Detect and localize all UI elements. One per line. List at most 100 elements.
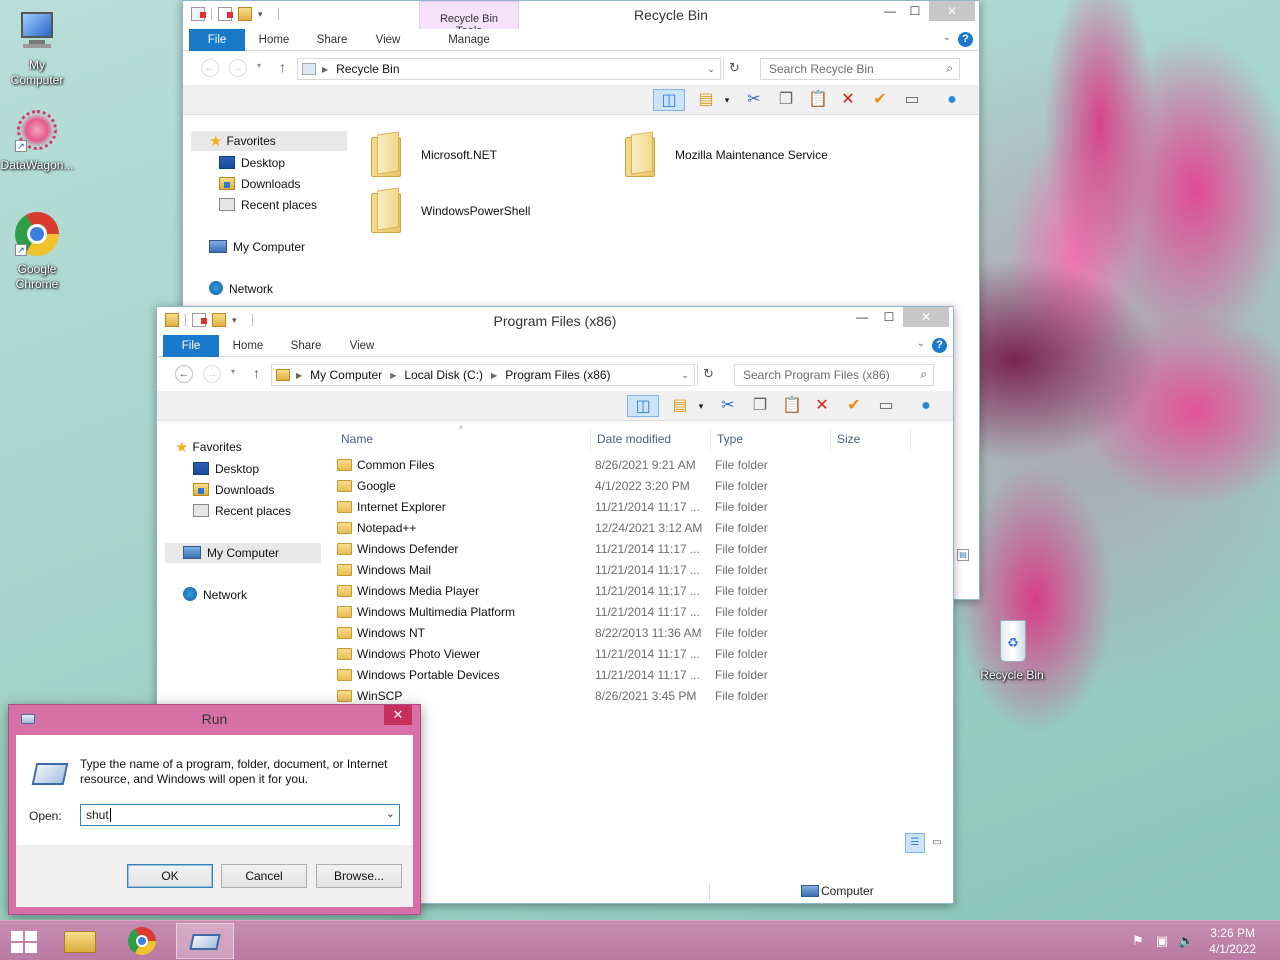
address-bar[interactable]: ▶ My Computer ▶ Local Disk (C:) ▶ Progra… xyxy=(271,364,695,386)
close-button[interactable]: ✕ xyxy=(384,705,412,725)
column-header-name[interactable]: Name xyxy=(335,427,591,451)
tab-home[interactable]: Home xyxy=(223,335,273,357)
ok-button[interactable]: OK xyxy=(127,864,213,888)
address-dropdown-icon[interactable]: ⌄ xyxy=(703,58,719,80)
preview-pane-button[interactable]: ◫ xyxy=(627,395,659,417)
recent-locations-icon[interactable]: ▾ xyxy=(257,61,261,70)
start-button[interactable] xyxy=(0,923,48,959)
taskbar-google-chrome[interactable] xyxy=(114,923,172,959)
preview-pane-button[interactable]: ◫ xyxy=(653,89,685,111)
folder-icon[interactable] xyxy=(623,131,657,177)
tab-file[interactable]: File xyxy=(163,335,219,357)
customize-qat-icon[interactable]: ▾ xyxy=(258,7,272,21)
tab-manage[interactable]: Manage xyxy=(419,29,519,51)
search-input[interactable]: Search Recycle Bin ⌕ xyxy=(760,58,960,80)
tab-share[interactable]: Share xyxy=(279,335,333,357)
cut-icon[interactable]: ✂ xyxy=(743,89,765,111)
open-input[interactable]: shut xyxy=(86,808,111,822)
nav-my-computer[interactable]: My Computer xyxy=(183,237,305,257)
title-bar[interactable]: ▾ Recycle Bin Tools Recycle Bin — ☐ ✕ xyxy=(183,1,979,37)
close-button[interactable]: ✕ xyxy=(929,1,975,21)
forward-button[interactable]: → xyxy=(203,365,221,383)
table-row[interactable]: Windows Multimedia Platform 11/21/2014 11… xyxy=(327,602,953,623)
recent-locations-icon[interactable]: ▾ xyxy=(231,367,235,376)
delete-icon[interactable]: ✕ xyxy=(811,395,833,417)
check-boxes-button[interactable]: ▤ xyxy=(695,89,717,111)
folder-windowspowershell[interactable]: WindowsPowerShell xyxy=(421,204,530,218)
globe-icon[interactable]: ● xyxy=(915,395,937,417)
folder-microsoft-net[interactable]: Microsoft.NET xyxy=(421,148,497,162)
nav-favorites[interactable]: ★ Favorites xyxy=(191,131,347,151)
table-row[interactable]: Windows Photo Viewer 11/21/2014 11:17 ...… xyxy=(327,644,953,665)
dropdown-icon[interactable]: ▾ xyxy=(721,89,733,111)
check-boxes-button[interactable]: ▤ xyxy=(669,395,691,417)
desktop-icon-google-chrome[interactable]: ↗ Google Chrome xyxy=(0,212,74,292)
up-button[interactable]: ↑ xyxy=(279,59,286,75)
address-dropdown-icon[interactable]: ⌄ xyxy=(677,364,693,386)
cut-icon[interactable]: ✂ xyxy=(717,395,739,417)
properties-icon[interactable]: ▭ xyxy=(875,395,897,417)
table-row[interactable]: Windows Defender 11/21/2014 11:17 ... File… xyxy=(327,539,953,560)
folder-mozilla-maintenance-service[interactable]: Mozilla Maintenance Service xyxy=(675,148,828,162)
properties-icon[interactable]: ▭ xyxy=(901,89,923,111)
new-folder-icon[interactable] xyxy=(238,7,252,21)
minimize-button[interactable]: — xyxy=(847,307,877,327)
desktop-icon-my-computer[interactable]: My Computer xyxy=(0,8,74,88)
forward-button[interactable]: → xyxy=(229,59,247,77)
view-toggle-icon[interactable]: ▤ xyxy=(957,549,969,561)
desktop-icon-recycle-bin[interactable]: ♻ Recycle Bin xyxy=(975,618,1049,683)
tab-share[interactable]: Share xyxy=(305,29,359,51)
taskbar-file-explorer[interactable] xyxy=(52,923,110,959)
nav-desktop[interactable]: Desktop xyxy=(183,153,285,173)
table-row[interactable]: Common Files 8/26/2021 9:21 AM File folder xyxy=(327,455,953,476)
maximize-button[interactable]: ☐ xyxy=(875,307,903,327)
expand-ribbon-icon[interactable]: ⌄ xyxy=(943,32,951,43)
browse-button[interactable]: Browse... xyxy=(316,864,402,888)
back-button[interactable]: ← xyxy=(201,59,219,77)
table-row[interactable]: Windows NT 8/22/2013 11:36 AM File folder xyxy=(327,623,953,644)
properties-icon[interactable] xyxy=(218,7,233,21)
taskbar-run[interactable] xyxy=(176,923,234,959)
nav-recent-places[interactable]: Recent places xyxy=(183,195,317,215)
paste-icon[interactable]: 📋 xyxy=(781,395,803,417)
folder-icon[interactable] xyxy=(369,131,403,177)
column-header-size[interactable]: Size xyxy=(831,427,911,451)
table-row[interactable]: Google 4/1/2022 3:20 PM File folder xyxy=(327,476,953,497)
table-row[interactable]: Windows Media Player 11/21/2014 11:17 ...… xyxy=(327,581,953,602)
address-bar[interactable]: ▶ Recycle Bin xyxy=(297,58,721,80)
breadcrumb-item[interactable]: Local Disk (C:) xyxy=(404,368,483,382)
copy-icon[interactable]: ❐ xyxy=(775,89,797,111)
folder-icon[interactable] xyxy=(369,187,403,233)
tab-view[interactable]: View xyxy=(363,29,413,51)
volume-muted-icon[interactable]: 🔈 xyxy=(1178,933,1194,949)
copy-icon[interactable]: ❐ xyxy=(749,395,771,417)
cancel-button[interactable]: Cancel xyxy=(221,864,307,888)
table-row[interactable]: Internet Explorer 11/21/2014 11:17 ... Fil… xyxy=(327,497,953,518)
recycle-bin-tools-tab[interactable]: Recycle Bin Tools xyxy=(419,1,519,37)
recycle-bin-small-icon[interactable] xyxy=(191,7,206,21)
rename-check-icon[interactable]: ✔ xyxy=(843,395,865,417)
nav-network[interactable]: Network xyxy=(183,279,273,299)
details-view-icon[interactable]: ☰ xyxy=(905,833,925,853)
large-icons-view-icon[interactable]: ▭ xyxy=(929,835,945,851)
action-center-icon[interactable]: ⚑ xyxy=(1130,933,1146,949)
delete-icon[interactable]: ✕ xyxy=(837,89,859,111)
back-button[interactable]: ← xyxy=(175,365,193,383)
help-icon[interactable]: ? xyxy=(958,32,973,47)
system-clock[interactable]: 3:26 PM 4/1/2022 xyxy=(1209,925,1256,957)
refresh-button[interactable]: ↻ xyxy=(723,58,745,80)
search-input[interactable]: Search Program Files (x86) ⌕ xyxy=(734,364,934,386)
table-row[interactable]: Windows Portable Devices 11/21/2014 11:17… xyxy=(327,665,953,686)
title-bar[interactable]: ▾ Program Files (x86) — ☐ ✕ xyxy=(157,307,953,335)
chevron-down-icon[interactable]: ⌄ xyxy=(386,807,395,820)
dropdown-icon[interactable]: ▾ xyxy=(695,395,707,417)
close-button[interactable]: ✕ xyxy=(903,307,949,327)
expand-ribbon-icon[interactable]: ⌄ xyxy=(917,338,925,349)
open-combobox[interactable]: shut ⌄ xyxy=(80,804,400,826)
column-header-date-modified[interactable]: Date modified xyxy=(591,427,711,451)
column-header-type[interactable]: Type xyxy=(711,427,831,451)
up-button[interactable]: ↑ xyxy=(253,365,260,381)
nav-downloads[interactable]: Downloads xyxy=(183,174,300,194)
desktop-icon-datawagon[interactable]: ↗ DataWagon... xyxy=(0,108,74,173)
tab-view[interactable]: View xyxy=(337,335,387,357)
